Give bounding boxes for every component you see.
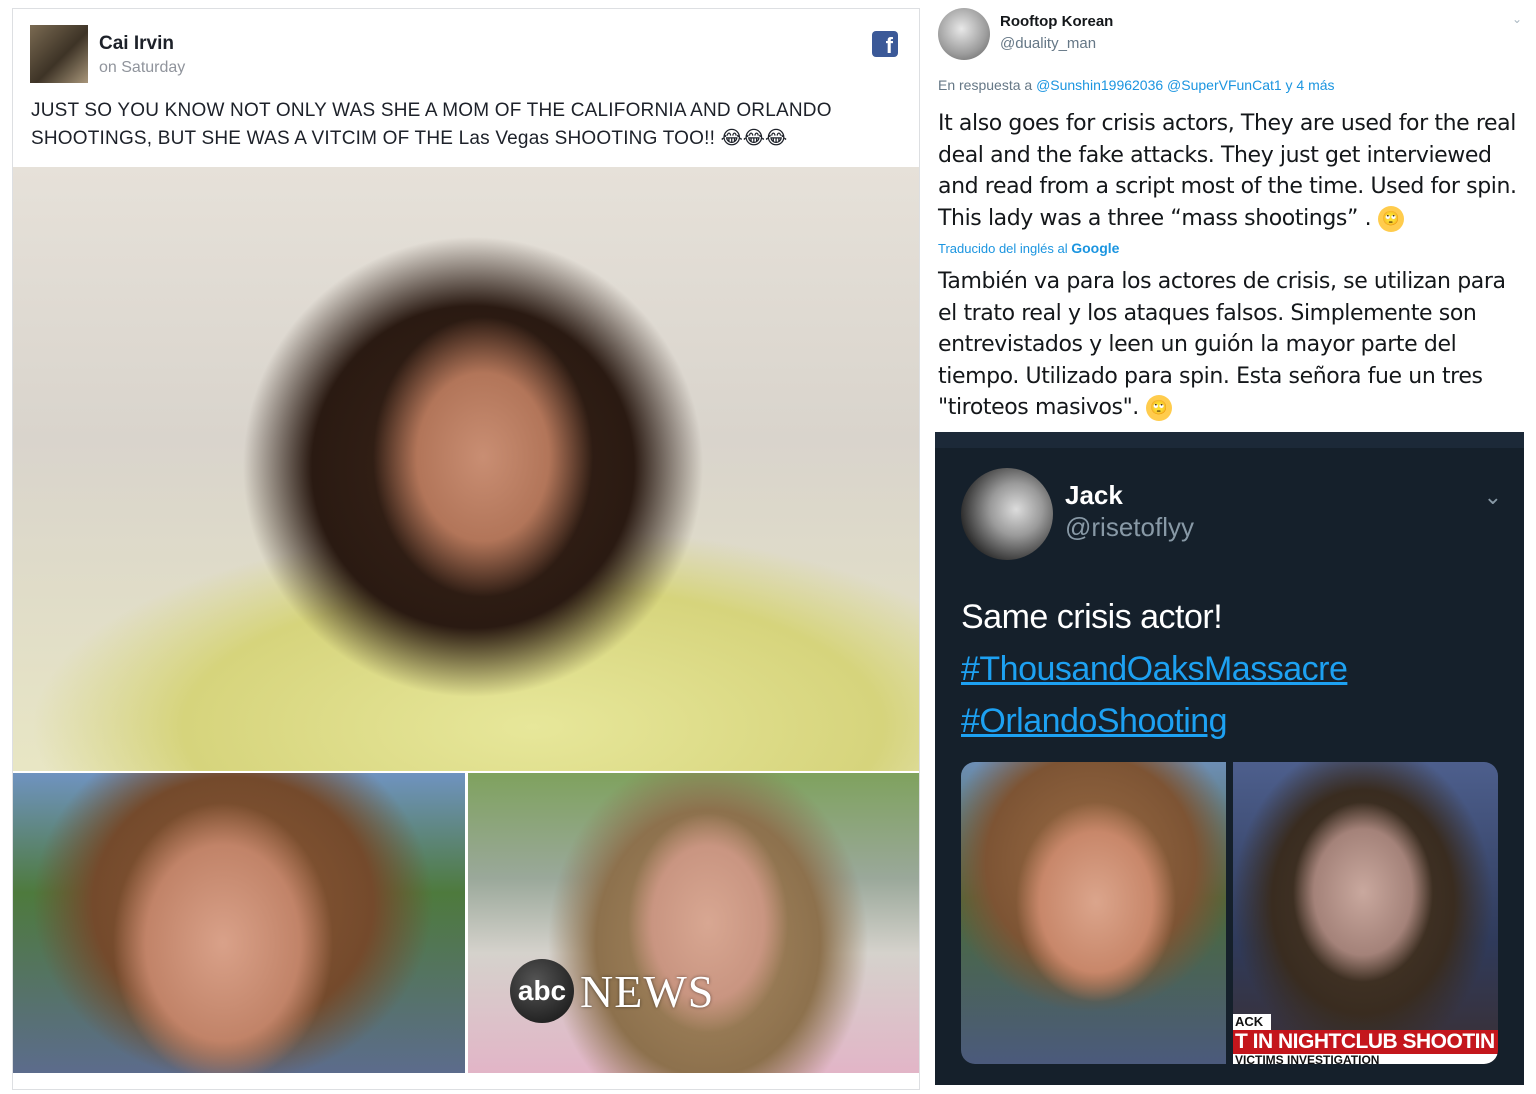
fb-photo-bottom-right[interactable]: abc NEWS xyxy=(468,773,919,1073)
tweet-menu-chevron-icon[interactable]: ⌄ xyxy=(1512,12,1522,26)
news-tag: ACK xyxy=(1233,1014,1271,1030)
fb-author-name[interactable]: Cai Irvin xyxy=(99,33,174,55)
abc-news-wordmark: NEWS xyxy=(580,966,715,1017)
translated-by-label[interactable]: Traducido del inglés al Google xyxy=(938,240,1119,256)
hashtag-link-orlando[interactable]: #OrlandoShooting xyxy=(961,702,1228,741)
news-chyron-sub: VICTIMS INVESTIGATION xyxy=(1233,1054,1498,1064)
embedded-author-name[interactable]: Jack xyxy=(1065,480,1123,511)
reply-prefix: En respuesta a xyxy=(938,77,1037,93)
embedded-author-handle[interactable]: @risetoflyy xyxy=(1065,512,1194,543)
eye-roll-emoji-icon: 🙄 xyxy=(1377,205,1404,232)
tweet-author-avatar[interactable] xyxy=(938,8,990,60)
tweet-author-handle[interactable]: @duality_man xyxy=(1000,35,1096,52)
tweet-body: It also goes for crisis actors, They are… xyxy=(938,111,1517,231)
eye-roll-emoji-icon-2: 🙄 xyxy=(1145,395,1172,421)
embedded-photo-left[interactable] xyxy=(961,762,1226,1064)
news-chyron: T IN NIGHTCLUB SHOOTIN xyxy=(1233,1030,1498,1054)
abc-logo-icon: abc xyxy=(510,959,574,1023)
embedded-tweet-top-bar xyxy=(935,432,1524,448)
google-brand: Google xyxy=(1071,240,1120,256)
facebook-post: Cai Irvin on Saturday f JUST SO YOU KNOW… xyxy=(12,8,920,1090)
fb-post-emoji: 😂😂😂 xyxy=(720,128,788,149)
hashtag-link-thousandoaks[interactable]: #ThousandOaksMassacre xyxy=(961,650,1348,689)
fb-post-text: JUST SO YOU KNOW NOT ONLY WAS SHE A MOM … xyxy=(31,97,891,153)
translated-label-text: Traducido del inglés al xyxy=(938,241,1072,256)
tweet-reply-context: En respuesta a @Sunshin19962036 @SuperVF… xyxy=(938,77,1335,93)
embedded-photo-right[interactable]: ACK T IN NIGHTCLUB SHOOTIN VICTIMS INVES… xyxy=(1233,762,1498,1064)
embedded-author-avatar[interactable] xyxy=(961,468,1053,560)
tweet-text: It also goes for crisis actors, They are… xyxy=(938,108,1530,234)
facebook-logo-icon[interactable]: f xyxy=(872,31,898,57)
fb-main-photo[interactable] xyxy=(13,167,919,771)
fb-post-body: JUST SO YOU KNOW NOT ONLY WAS SHE A MOM … xyxy=(31,100,832,149)
reply-mentions-link[interactable]: @Sunshin19962036 @SuperVFunCat1 y 4 más xyxy=(1036,77,1335,93)
fb-author-avatar[interactable] xyxy=(30,25,88,83)
tweet-translation: También va para los actores de crisis, s… xyxy=(938,266,1530,424)
translation-body: También va para los actores de crisis, s… xyxy=(938,269,1506,420)
embedded-menu-chevron-icon[interactable]: ⌄ xyxy=(1484,484,1502,510)
embedded-tweet[interactable]: Jack @risetoflyy ⌄ Same crisis actor! #T… xyxy=(935,432,1524,1085)
fb-post-timestamp[interactable]: on Saturday xyxy=(99,59,185,77)
fb-photo-bottom-left[interactable] xyxy=(13,773,465,1073)
embedded-tweet-text: Same crisis actor! xyxy=(961,598,1223,636)
tweet-author-name[interactable]: Rooftop Korean xyxy=(1000,13,1113,30)
